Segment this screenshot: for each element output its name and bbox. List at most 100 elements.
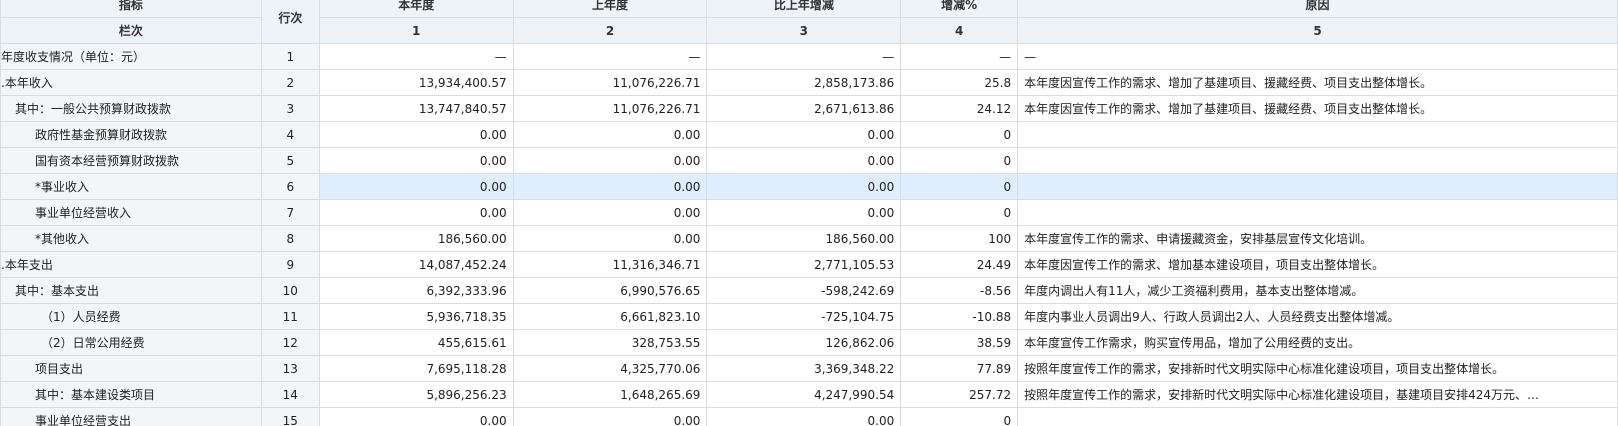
cell-current-year[interactable]: 455,615.61 [318,329,514,356]
header-col-1: 1 [318,17,514,44]
cell-current-year[interactable]: 0.00 [318,407,514,426]
cell-change-pct[interactable]: 0 [900,147,1019,174]
row-number: 10 [260,277,320,304]
row-label: 事业单位经营收入 [0,199,262,226]
cell-prev-year[interactable]: 1,648,265.69 [512,381,708,408]
cell-change-pct[interactable]: 0 [900,199,1019,226]
cell-reason[interactable]: 按照年度宣传工作的需求，安排新时代文明实际中心标准化建设项目，基建项目安排424… [1017,381,1618,408]
cell-reason[interactable] [1017,121,1618,148]
cell-prev-year[interactable]: 0.00 [512,173,708,200]
cell-change-pct[interactable]: 77.89 [900,355,1019,382]
table-row: .本年收入 2 13,934,400.57 11,076,226.71 2,85… [0,69,1618,96]
cell-reason[interactable]: — [1017,43,1618,70]
row-number: 12 [260,329,320,356]
budget-table-view: 指标 行次 本年度 上年度 比上年增减 增减% 原因 栏次 1 2 3 4 5 … [0,0,1618,426]
cell-change-pct[interactable]: 24.49 [900,251,1019,278]
cell-change[interactable]: 2,771,105.53 [706,251,902,278]
cell-current-year[interactable]: 6,392,333.96 [318,277,514,304]
row-number: 9 [260,251,320,278]
row-number: 15 [260,407,320,426]
cell-change[interactable]: 126,862.06 [706,329,902,356]
cell-prev-year[interactable]: 0.00 [512,199,708,226]
cell-current-year[interactable]: 0.00 [318,199,514,226]
cell-current-year[interactable]: 7,695,118.28 [318,355,514,382]
row-label: *其他收入 [0,225,262,252]
cell-change[interactable]: 0.00 [706,199,902,226]
cell-prev-year[interactable]: 0.00 [512,121,708,148]
cell-reason[interactable]: 本年度因宣传工作的需求、增加了基建项目、援藏经费、项目支出整体增长。 [1017,95,1618,122]
cell-reason[interactable] [1017,407,1618,426]
cell-prev-year[interactable]: 0.00 [512,147,708,174]
cell-change-pct[interactable]: -8.56 [900,277,1019,304]
row-label: *事业收入 [0,173,262,200]
cell-reason[interactable] [1017,199,1618,226]
header-column-label: 栏次 [0,17,262,44]
cell-current-year[interactable]: 0.00 [318,121,514,148]
cell-prev-year[interactable]: 4,325,770.06 [512,355,708,382]
cell-change-pct[interactable]: 0 [900,121,1019,148]
row-label: 国有资本经营预算财政拨款 [0,147,262,174]
cell-change[interactable]: 0.00 [706,407,902,426]
cell-current-year[interactable]: 14,087,452.24 [318,251,514,278]
cell-reason[interactable]: 按照年度宣传工作的需求，安排新时代文明实际中心标准化建设项目，项目支出整体增长。 [1017,355,1618,382]
cell-change-pct[interactable]: -10.88 [900,303,1019,330]
header-col-5: 5 [1017,17,1618,44]
cell-current-year[interactable]: 5,896,256.23 [318,381,514,408]
cell-change-pct[interactable]: 24.12 [900,95,1019,122]
cell-change[interactable]: 0.00 [706,173,902,200]
cell-reason[interactable] [1017,147,1618,174]
cell-prev-year[interactable]: 11,076,226.71 [512,95,708,122]
cell-change-pct[interactable]: 0 [900,173,1019,200]
cell-current-year[interactable]: 13,747,840.57 [318,95,514,122]
cell-change[interactable]: 3,369,348.22 [706,355,902,382]
cell-prev-year[interactable]: 6,990,576.65 [512,277,708,304]
cell-current-year[interactable]: 13,934,400.57 [318,69,514,96]
cell-current-year[interactable]: 0.00 [318,147,514,174]
row-number: 11 [260,303,320,330]
cell-change[interactable]: 0.00 [706,147,902,174]
cell-prev-year[interactable]: 328,753.55 [512,329,708,356]
cell-change-pct[interactable]: — [900,43,1019,70]
row-label: 其中：基本建设类项目 [0,381,262,408]
cell-prev-year[interactable]: 0.00 [512,225,708,252]
cell-current-year[interactable]: 5,936,718.35 [318,303,514,330]
row-number: 13 [260,355,320,382]
table-row: 政府性基金预算财政拨款 4 0.00 0.00 0.00 0 [0,121,1618,148]
cell-reason[interactable]: 本年度因宣传工作的需求、增加了基建项目、援藏经费、项目支出整体增长。 [1017,69,1618,96]
cell-change[interactable]: — [706,43,902,70]
cell-current-year[interactable]: — [318,43,514,70]
cell-prev-year[interactable]: 0.00 [512,407,708,426]
cell-reason[interactable]: 本年度因宣传工作的需求、增加基本建设项目，项目支出整体增长。 [1017,251,1618,278]
cell-change-pct[interactable]: 38.59 [900,329,1019,356]
cell-change[interactable]: 4,247,990.54 [706,381,902,408]
cell-reason[interactable]: 本年度宣传工作需求，购买宣传用品，增加了公用经费的支出。 [1017,329,1618,356]
cell-current-year[interactable]: 186,560.00 [318,225,514,252]
cell-prev-year[interactable]: 6,661,823.10 [512,303,708,330]
cell-change[interactable]: 186,560.00 [706,225,902,252]
cell-change[interactable]: 0.00 [706,121,902,148]
cell-change-pct[interactable]: 100 [900,225,1019,252]
cell-change-pct[interactable]: 25.8 [900,69,1019,96]
cell-current-year[interactable]: 0.00 [318,173,514,200]
cell-reason[interactable]: 年度内事业人员调出9人、行政人员调出2人、人员经费支出整体增减。 [1017,303,1618,330]
cell-reason[interactable] [1017,173,1618,200]
header-change-pct: 增减% [900,0,1019,18]
row-label: （2）日常公用经费 [0,329,262,356]
row-number: 8 [260,225,320,252]
cell-prev-year[interactable]: — [512,43,708,70]
cell-change[interactable]: 2,858,173.86 [706,69,902,96]
cell-reason[interactable]: 本年度宣传工作的需求、申请援藏资金，安排基层宣传文化培训。 [1017,225,1618,252]
cell-change[interactable]: -598,242.69 [706,277,902,304]
cell-change[interactable]: 2,671,613.86 [706,95,902,122]
cell-prev-year[interactable]: 11,316,346.71 [512,251,708,278]
table-row: 年度收支情况（单位：元） 1 — — — — — [0,43,1618,70]
table-row: *其他收入 8 186,560.00 0.00 186,560.00 100 本… [0,225,1618,252]
table-body: 年度收支情况（单位：元） 1 — — — — — .本年收入 2 13,934,… [0,43,1618,426]
header-indicator: 指标 [0,0,262,18]
cell-change-pct[interactable]: 0 [900,407,1019,426]
cell-prev-year[interactable]: 11,076,226.71 [512,69,708,96]
row-number: 7 [260,199,320,226]
cell-change[interactable]: -725,104.75 [706,303,902,330]
cell-change-pct[interactable]: 257.72 [900,381,1019,408]
cell-reason[interactable]: 年度内调出人有11人，减少工资福利费用，基本支出整体增减。 [1017,277,1618,304]
